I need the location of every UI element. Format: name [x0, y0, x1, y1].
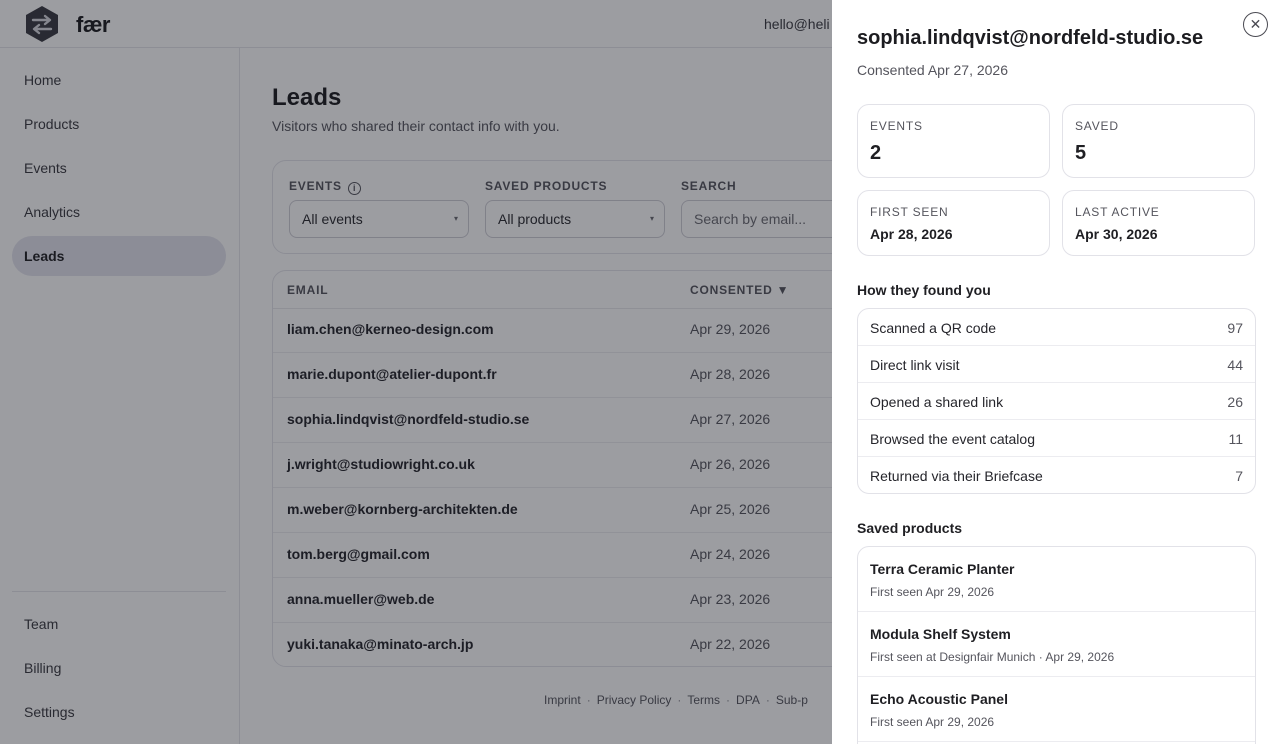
source-label: Direct link visit [870, 357, 960, 373]
stat-value: Apr 30, 2026 [1075, 226, 1158, 242]
list-item: Scanned a QR code 97 [858, 309, 1255, 346]
source-count: 26 [1227, 394, 1243, 410]
source-label: Scanned a QR code [870, 320, 997, 336]
stat-label: FIRST SEEN [870, 205, 949, 219]
product-meta: First seen Apr 29, 2026 [870, 585, 995, 599]
source-label: Browsed the event catalog [870, 431, 1035, 447]
stat-value: 5 [1075, 142, 1087, 164]
list-item: Opened a shared link 26 [858, 383, 1255, 420]
source-count: 44 [1227, 357, 1243, 373]
source-count: 97 [1227, 320, 1243, 336]
drawer-title: sophia.lindqvist@nordfeld-studio.se [857, 27, 1204, 49]
product-meta: First seen Apr 29, 2026 [870, 715, 995, 729]
product-name: Terra Ceramic Planter [870, 561, 1015, 577]
saved-products-section-title: Saved products [857, 520, 963, 536]
stat-label: SAVED [1075, 119, 1119, 133]
product-meta: First seen at Designfair Munich · Apr 29… [870, 650, 1115, 664]
stat-card-first-seen: FIRST SEEN Apr 28, 2026 [857, 190, 1050, 256]
stat-card-events: EVENTS 2 [857, 104, 1050, 178]
list-item: Returned via their Briefcase 7 [858, 457, 1255, 493]
stat-value: 2 [870, 142, 882, 164]
stat-value: Apr 28, 2026 [870, 226, 953, 242]
source-count: 11 [1228, 431, 1243, 447]
list-item: Browsed the event catalog 11 [858, 420, 1255, 457]
saved-product-item[interactable]: Terra Ceramic Planter First seen Apr 29,… [858, 547, 1255, 612]
source-count: 7 [1235, 468, 1243, 484]
saved-product-item[interactable]: Modula Shelf System First seen at Design… [858, 612, 1255, 677]
saved-product-item[interactable]: Echo Acoustic Panel First seen Apr 29, 2… [858, 677, 1255, 742]
product-name: Modula Shelf System [870, 626, 1011, 642]
sources-list: Scanned a QR code 97 Direct link visit 4… [857, 308, 1256, 494]
close-icon[interactable]: ✕ [1243, 12, 1268, 37]
list-item: Direct link visit 44 [858, 346, 1255, 383]
modal-backdrop[interactable] [0, 0, 832, 744]
sources-section-title: How they found you [857, 282, 991, 298]
stat-card-last-active: LAST ACTIVE Apr 30, 2026 [1062, 190, 1255, 256]
source-label: Opened a shared link [870, 394, 1004, 410]
drawer-subtitle: Consented Apr 27, 2026 [857, 62, 1009, 78]
stat-card-saved: SAVED 5 [1062, 104, 1255, 178]
stat-label: LAST ACTIVE [1075, 205, 1160, 219]
product-name: Echo Acoustic Panel [870, 691, 1008, 707]
source-label: Returned via their Briefcase [870, 468, 1043, 484]
stat-label: EVENTS [870, 119, 923, 133]
saved-products-list: Terra Ceramic Planter First seen Apr 29,… [857, 546, 1256, 744]
